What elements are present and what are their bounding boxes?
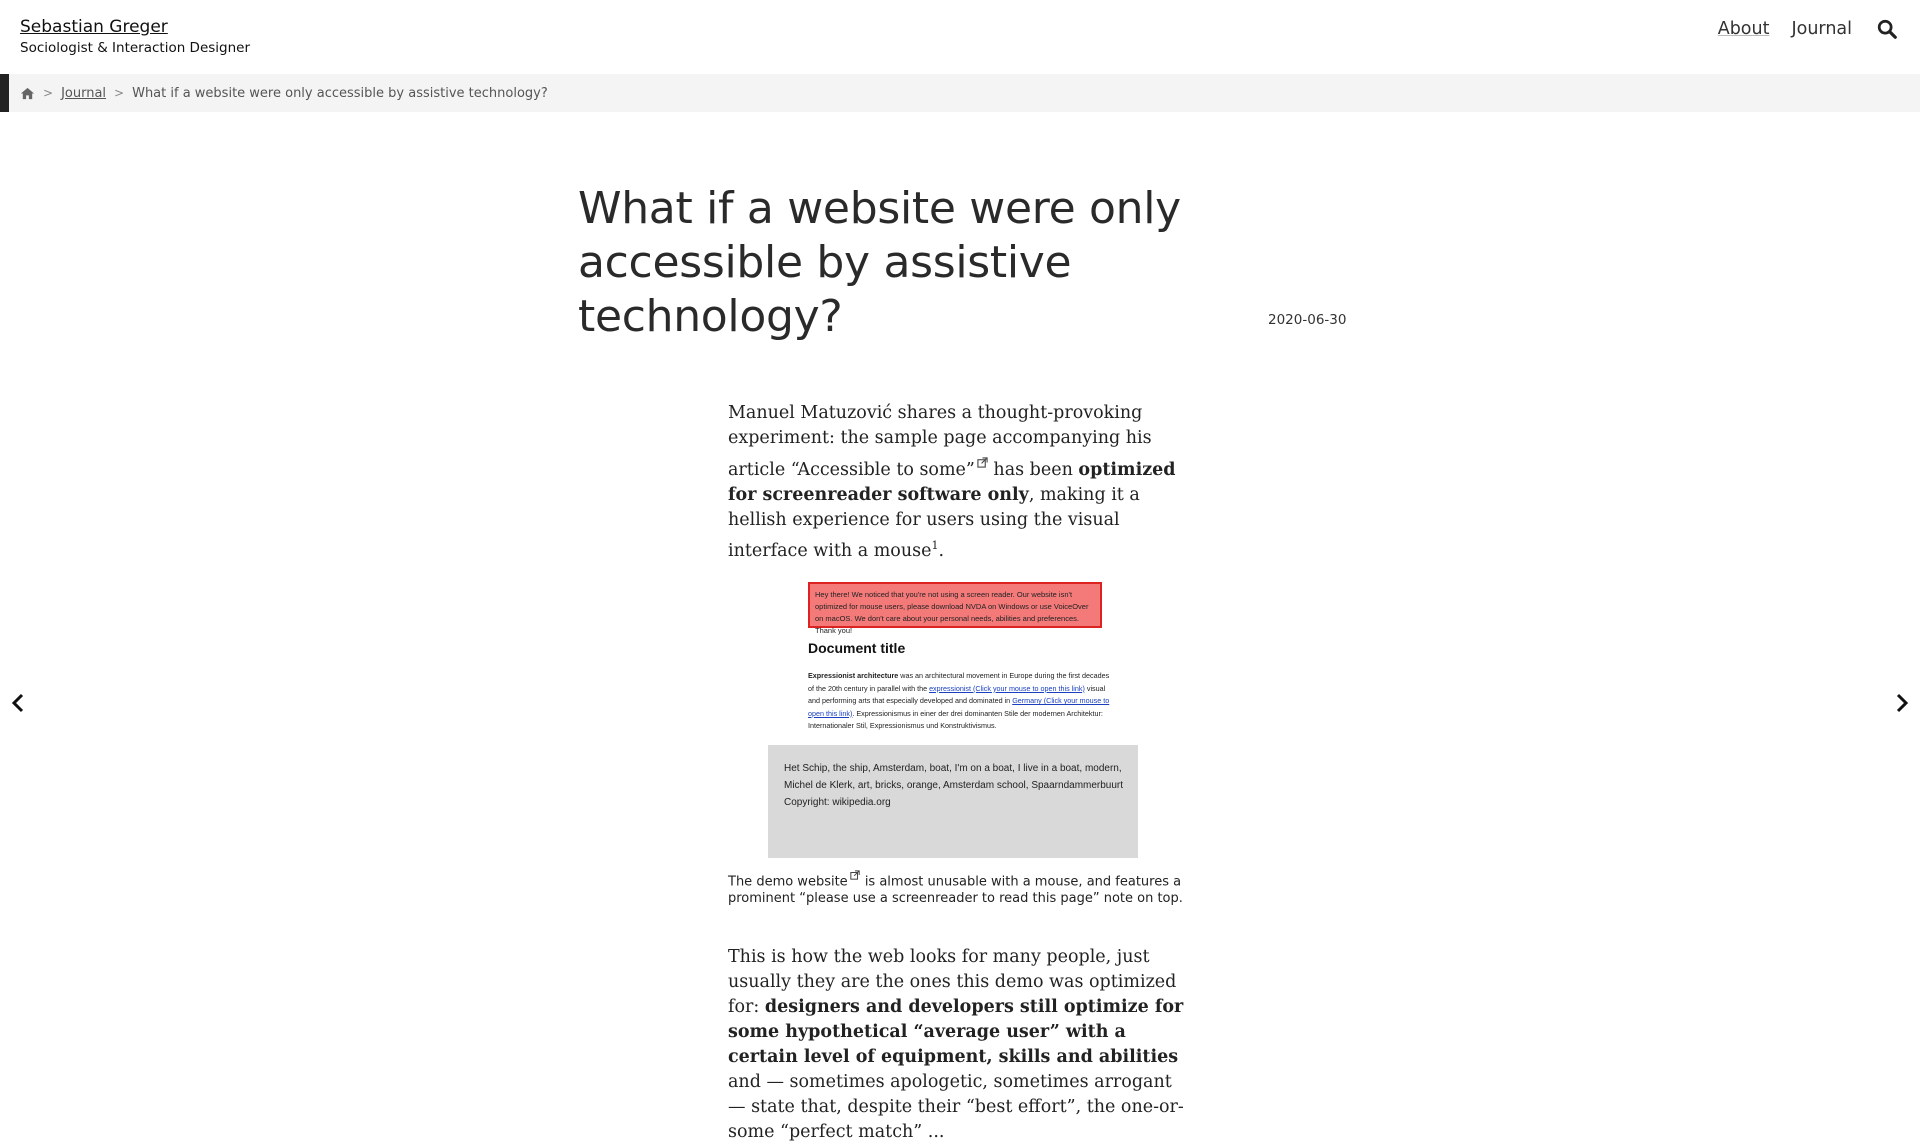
nav-journal[interactable]: Journal	[1791, 17, 1852, 41]
breadcrumb-accent	[0, 74, 9, 112]
paragraph-bold-text: designers and developers still optimize …	[728, 997, 1184, 1067]
screenshot-bold: Expressionist architecture	[808, 671, 899, 680]
home-icon[interactable]	[20, 86, 35, 101]
external-link-icon	[850, 868, 861, 880]
breadcrumb-separator: >	[114, 86, 125, 100]
breadcrumb: > Journal > What if a website were only …	[20, 74, 548, 112]
main-nav: About Journal	[1718, 17, 1898, 41]
breadcrumb-bar: > Journal > What if a website were only …	[0, 74, 1920, 112]
intro-text: .	[938, 540, 945, 561]
demo-website-link[interactable]: demo website	[756, 874, 847, 889]
page-title: What if a website were only accessible b…	[578, 183, 1181, 342]
chevron-right-icon[interactable]	[1892, 692, 1912, 714]
intro-text: has been	[987, 459, 1079, 480]
caption-text: The	[728, 874, 757, 890]
breadcrumb-journal-link[interactable]: Journal	[61, 86, 106, 101]
site-tagline: Sociologist & Interaction Designer	[20, 40, 251, 56]
figure-caption: The demo website is almost unusable with…	[728, 868, 1188, 907]
nav-about[interactable]: About	[1718, 17, 1770, 41]
post-date: 2020-06-30	[1268, 312, 1347, 328]
search-icon[interactable]	[1876, 18, 1898, 40]
article-intro: Manuel Matuzović shares a thought-provok…	[728, 401, 1192, 564]
chevron-left-icon[interactable]	[8, 692, 28, 714]
screenshot-doc-text: Expressionist architecture was an archit…	[808, 670, 1113, 733]
article-link-accessible-to-some[interactable]: “Accessible to some”	[791, 460, 975, 480]
paragraph-2: This is how the web looks for many peopl…	[728, 945, 1192, 1145]
breadcrumb-separator: >	[43, 86, 54, 100]
article-header: What if a website were only accessible b…	[578, 182, 1342, 344]
figure-screenshot: Hey there! We noticed that you're not us…	[728, 570, 1178, 860]
breadcrumb-current: What if a website were only accessible b…	[132, 85, 548, 101]
screenshot-link: expressionist (Click your mouse to open …	[929, 683, 1085, 693]
paragraph-text: and — sometimes apologetic, sometimes ar…	[728, 1072, 1184, 1142]
intro-paragraph: Manuel Matuzović shares a thought-provok…	[728, 401, 1192, 564]
screenshot-doc-title: Document title	[808, 640, 906, 656]
screenshot-image-caption: Het Schip, the ship, Amsterdam, boat, I'…	[784, 763, 1124, 808]
article-figure: Hey there! We noticed that you're not us…	[728, 570, 1188, 907]
article-paragraph-2: This is how the web looks for many peopl…	[728, 945, 1192, 1145]
site-header: Sebastian Greger Sociologist & Interacti…	[0, 0, 1920, 73]
screenshot-alert: Hey there! We noticed that you're not us…	[808, 582, 1102, 635]
screenshot-text: . Expressionismus in einer der drei domi…	[808, 708, 1103, 731]
site-name-link[interactable]: Sebastian Greger	[20, 16, 250, 38]
brand: Sebastian Greger Sociologist & Interacti…	[20, 16, 250, 57]
external-link-icon	[977, 451, 988, 468]
